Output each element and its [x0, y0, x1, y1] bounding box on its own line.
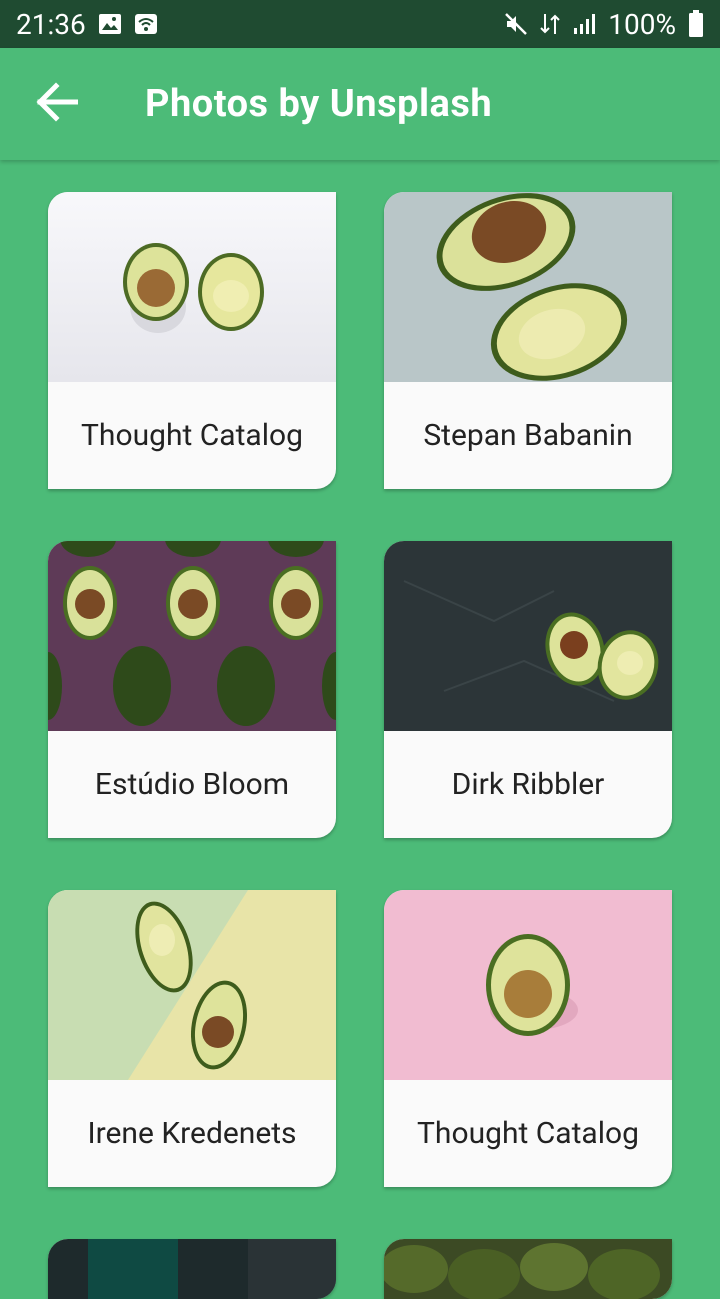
photo-thumbnail [384, 890, 672, 1080]
photo-card[interactable]: Thought Catalog [48, 192, 336, 489]
photo-thumbnail [384, 1239, 672, 1299]
photo-grid: Thought Catalog Stepan Babanin Estúdio B… [48, 192, 672, 1299]
photo-author: Estúdio Bloom [94, 767, 290, 802]
photo-card[interactable]: Dirk Ribbler [384, 541, 672, 838]
photo-card[interactable]: Thought Catalog [384, 890, 672, 1187]
photo-thumbnail [48, 541, 336, 731]
photo-thumbnail [48, 192, 336, 382]
battery-icon [688, 10, 704, 38]
data-icon [540, 12, 560, 36]
app-bar: Photos by Unsplash [0, 48, 720, 160]
photo-author: Dirk Ribbler [451, 767, 605, 802]
arrow-left-icon [34, 82, 79, 126]
mute-icon [504, 12, 528, 36]
photo-author: Thought Catalog [417, 1116, 639, 1151]
page-title: Photos by Unsplash [145, 82, 493, 126]
photo-thumbnail [48, 890, 336, 1080]
photo-card[interactable]: Stepan Babanin [384, 192, 672, 489]
wifi-icon [134, 13, 158, 35]
photo-card[interactable]: Irene Kredenets [48, 890, 336, 1187]
photo-author: Thought Catalog [81, 418, 303, 453]
status-time: 21:36 [16, 7, 86, 41]
status-right: 100% [504, 8, 704, 41]
signal-icon [572, 12, 596, 36]
status-left: 21:36 [16, 8, 158, 41]
photo-author: Stepan Babanin [423, 418, 633, 453]
image-icon [98, 13, 122, 35]
photo-author: Irene Kredenets [87, 1116, 297, 1151]
photo-thumbnail [48, 1239, 336, 1299]
back-button[interactable] [16, 64, 96, 144]
photo-thumbnail [384, 541, 672, 731]
photo-card[interactable]: Estúdio Bloom [48, 541, 336, 838]
photo-thumbnail [384, 192, 672, 382]
photo-card[interactable] [384, 1239, 672, 1299]
battery-percent: 100% [608, 7, 676, 41]
photo-card[interactable] [48, 1239, 336, 1299]
status-bar: 21:36 100% [0, 0, 720, 48]
